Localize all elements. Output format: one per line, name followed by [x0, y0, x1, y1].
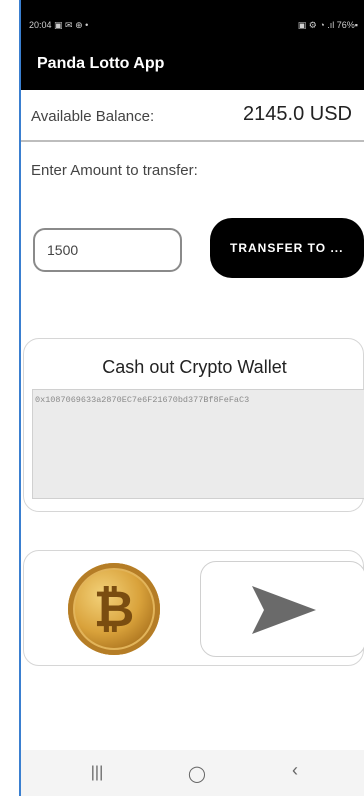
balance-value: 2145.0 USD	[243, 103, 352, 125]
bitcoin-symbol: ₿	[93, 580, 135, 638]
send-arrow-icon	[252, 586, 316, 634]
transfer-prompt: Enter Amount to transfer:	[31, 162, 198, 179]
back-button[interactable]: ‹	[275, 760, 315, 780]
wallet-title: Cash out Crypto Wallet	[102, 357, 287, 377]
phone-screen: 20:04 ▣ ✉ ⊕ • ▣ ⚙ ◔ .ıl 76%▪ Panda Lotto…	[21, 0, 364, 796]
amount-input[interactable]	[33, 228, 182, 272]
home-button[interactable]: ◯	[177, 764, 217, 784]
balance-row: Available Balance: 2145.0 USD	[21, 92, 364, 142]
system-nav-bar: ||| ◯ ‹	[21, 750, 364, 796]
status-time: 20:04	[29, 20, 52, 30]
status-left-icons: ▣ ✉ ⊕ •	[54, 20, 89, 30]
status-right-icons: ▣ ⚙ ◔ .ıl 76%▪	[297, 20, 358, 30]
app-bar: Panda Lotto App	[21, 38, 364, 90]
bitcoin-coin-icon[interactable]: ₿	[68, 563, 160, 655]
frame-left-margin	[0, 0, 20, 796]
send-button[interactable]	[200, 561, 364, 657]
status-bar-left: 20:04 ▣ ✉ ⊕ •	[29, 20, 88, 31]
wallet-card: Cash out Crypto Wallet 0x1087069633a2870…	[23, 338, 364, 512]
actions-card: ₿	[23, 550, 364, 666]
app-title: Panda Lotto App	[37, 55, 165, 72]
transfer-to-button[interactable]: TRANSFER TO ...	[210, 218, 364, 278]
recents-button[interactable]: |||	[77, 764, 117, 784]
wallet-address-field[interactable]: 0x1087069633a2870EC7e6F21670bd377Bf8FeFa…	[32, 389, 364, 499]
balance-label: Available Balance:	[31, 108, 155, 125]
status-bar: 20:04 ▣ ✉ ⊕ • ▣ ⚙ ◔ .ıl 76%▪	[21, 0, 364, 38]
